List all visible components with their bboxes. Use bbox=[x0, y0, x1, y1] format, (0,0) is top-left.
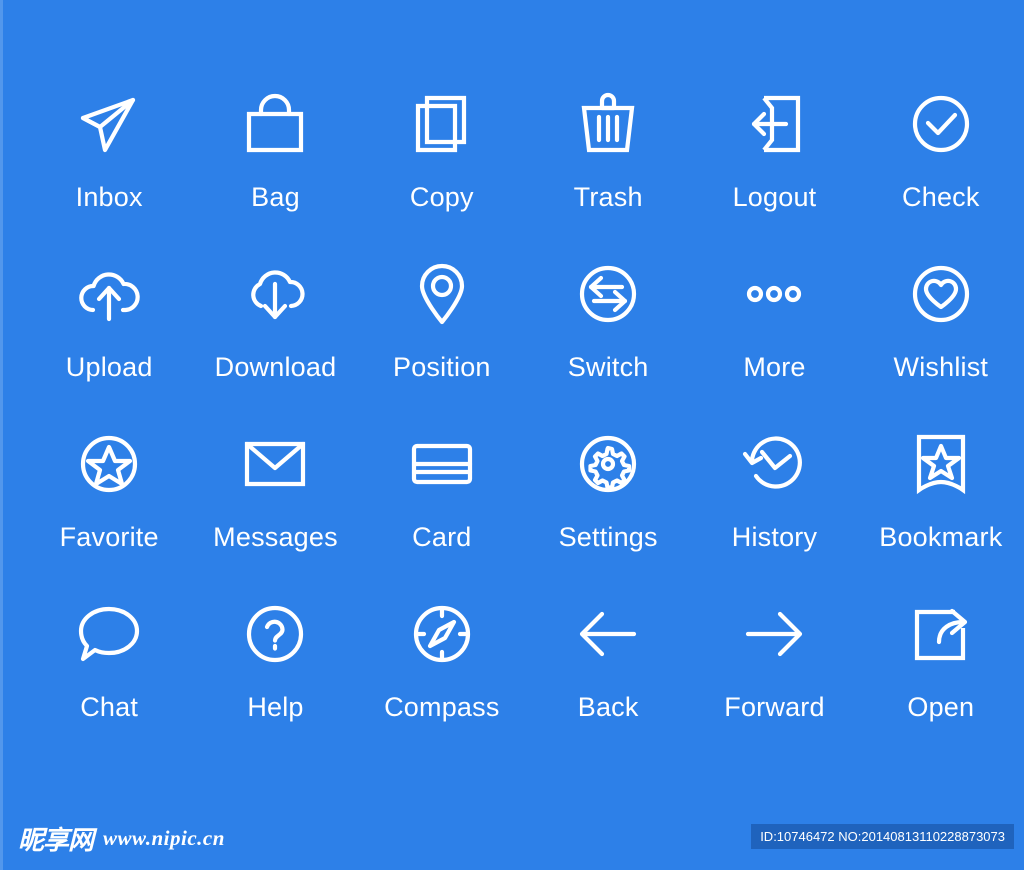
icon-cell-favorite[interactable]: Favorite bbox=[26, 418, 192, 588]
icon-label-help: Help bbox=[247, 692, 304, 722]
map-pin-icon[interactable] bbox=[396, 248, 488, 340]
icon-label-open: Open bbox=[907, 692, 975, 722]
star-circle-icon[interactable] bbox=[63, 418, 155, 510]
watermark-url: www.nipic.cn bbox=[103, 826, 225, 850]
icon-label-forward: Forward bbox=[724, 692, 825, 722]
speech-bubble-icon[interactable] bbox=[63, 588, 155, 680]
icon-label-chat: Chat bbox=[80, 692, 139, 722]
icon-label-more: More bbox=[743, 352, 806, 382]
icon-label-compass: Compass bbox=[384, 692, 500, 722]
arrow-right-icon[interactable] bbox=[728, 588, 820, 680]
icon-label-logout: Logout bbox=[732, 182, 817, 212]
gear-circle-icon[interactable] bbox=[562, 418, 654, 510]
envelope-icon[interactable] bbox=[229, 418, 321, 510]
icon-cell-open[interactable]: Open bbox=[858, 588, 1024, 758]
credit-card-icon[interactable] bbox=[396, 418, 488, 510]
icon-cell-download[interactable]: Download bbox=[192, 248, 358, 418]
watermark: 昵享网 www.nipic.cn bbox=[18, 820, 225, 857]
icon-cell-messages[interactable]: Messages bbox=[192, 418, 358, 588]
icon-label-download: Download bbox=[214, 352, 337, 382]
icon-label-trash: Trash bbox=[573, 182, 643, 212]
icon-cell-wishlist[interactable]: Wishlist bbox=[858, 248, 1024, 418]
icon-cell-logout[interactable]: Logout bbox=[691, 78, 857, 248]
icon-label-favorite: Favorite bbox=[59, 522, 159, 552]
icon-cell-help[interactable]: Help bbox=[192, 588, 358, 758]
icon-cell-copy[interactable]: Copy bbox=[359, 78, 525, 248]
icon-grid: Inbox Bag Copy Trash Logout Check Upload Downlo… bbox=[0, 78, 1024, 758]
icon-label-bookmark: Bookmark bbox=[879, 522, 1003, 552]
watermark-logo-text: 昵享网 bbox=[18, 826, 94, 856]
open-external-icon[interactable] bbox=[895, 588, 987, 680]
image-id-badge: ID:10746472 NO:20140813110228873073 bbox=[751, 824, 1014, 849]
icon-label-back: Back bbox=[577, 692, 639, 722]
icon-cell-card[interactable]: Card bbox=[359, 418, 525, 588]
icon-cell-upload[interactable]: Upload bbox=[26, 248, 192, 418]
icon-cell-trash[interactable]: Trash bbox=[525, 78, 691, 248]
icon-label-switch: Switch bbox=[567, 352, 649, 382]
icon-cell-bookmark[interactable]: Bookmark bbox=[858, 418, 1024, 588]
check-circle-icon[interactable] bbox=[895, 78, 987, 170]
icon-label-messages: Messages bbox=[213, 522, 338, 552]
icon-cell-forward[interactable]: Forward bbox=[691, 588, 857, 758]
paper-plane-icon[interactable] bbox=[63, 78, 155, 170]
icon-label-wishlist: Wishlist bbox=[893, 352, 989, 382]
cloud-upload-icon[interactable] bbox=[63, 248, 155, 340]
icon-cell-back[interactable]: Back bbox=[525, 588, 691, 758]
icon-cell-more[interactable]: More bbox=[691, 248, 857, 418]
logout-arrow-icon[interactable] bbox=[728, 78, 820, 170]
icon-label-inbox: Inbox bbox=[75, 182, 143, 212]
footer-bar: 昵享网 www.nipic.cn ID:10746472 NO:20140813… bbox=[0, 808, 1024, 870]
icon-label-bag: Bag bbox=[251, 182, 300, 212]
trash-can-icon[interactable] bbox=[562, 78, 654, 170]
icon-cell-switch[interactable]: Switch bbox=[525, 248, 691, 418]
clock-rewind-icon[interactable] bbox=[728, 418, 820, 510]
icon-cell-settings[interactable]: Settings bbox=[525, 418, 691, 588]
arrow-left-icon[interactable] bbox=[562, 588, 654, 680]
icon-label-copy: Copy bbox=[409, 182, 474, 212]
icon-cell-check[interactable]: Check bbox=[858, 78, 1024, 248]
cloud-download-icon[interactable] bbox=[229, 248, 321, 340]
icon-label-check: Check bbox=[902, 182, 980, 212]
icon-label-upload: Upload bbox=[65, 352, 153, 382]
switch-arrows-circle-icon[interactable] bbox=[562, 248, 654, 340]
question-circle-icon[interactable] bbox=[229, 588, 321, 680]
bookmark-star-icon[interactable] bbox=[895, 418, 987, 510]
ellipsis-dots-icon[interactable] bbox=[728, 248, 820, 340]
icon-label-settings: Settings bbox=[558, 522, 658, 552]
icon-cell-inbox[interactable]: Inbox bbox=[26, 78, 192, 248]
icon-label-card: Card bbox=[412, 522, 472, 552]
compass-icon[interactable] bbox=[396, 588, 488, 680]
icon-cell-position[interactable]: Position bbox=[359, 248, 525, 418]
icon-label-history: History bbox=[731, 522, 818, 552]
icon-cell-chat[interactable]: Chat bbox=[26, 588, 192, 758]
icon-cell-bag[interactable]: Bag bbox=[192, 78, 358, 248]
icon-cell-compass[interactable]: Compass bbox=[359, 588, 525, 758]
shopping-bag-icon[interactable] bbox=[229, 78, 321, 170]
icon-cell-history[interactable]: History bbox=[691, 418, 857, 588]
icon-label-position: Position bbox=[392, 352, 491, 382]
heart-circle-icon[interactable] bbox=[895, 248, 987, 340]
copy-pages-icon[interactable] bbox=[396, 78, 488, 170]
